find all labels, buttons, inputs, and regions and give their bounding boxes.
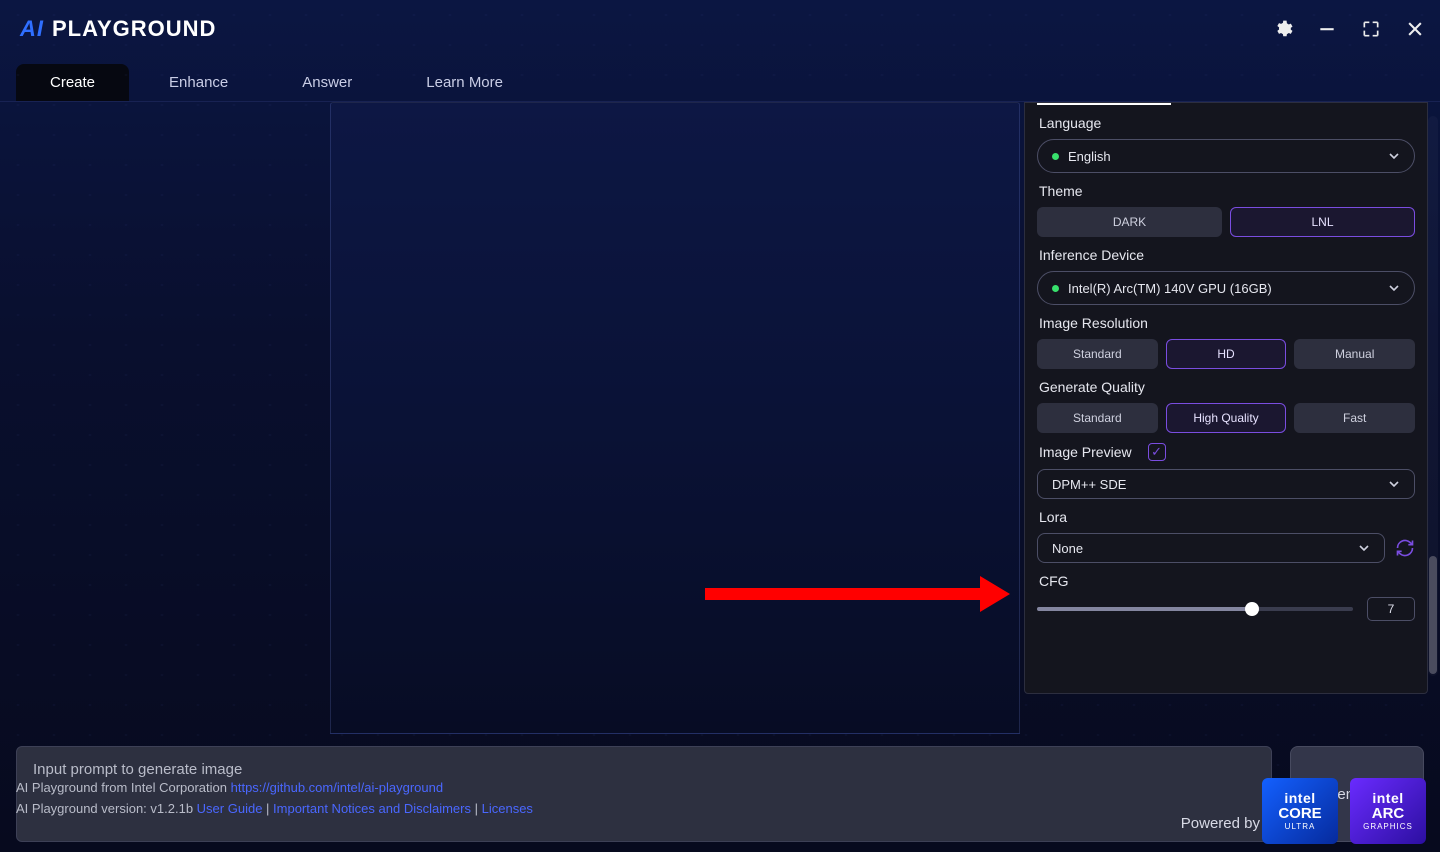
panel-scrollbar[interactable] [1428,116,1438,676]
footer-version: AI Playground version: v1.2.1b [16,801,197,816]
link-user-guide[interactable]: User Guide [197,801,263,816]
minimize-icon[interactable] [1312,14,1342,44]
logo-ai: AI [20,16,44,41]
link-licenses[interactable]: Licenses [482,801,533,816]
language-dropdown[interactable]: English [1037,139,1415,173]
tab-enhance[interactable]: Enhance [135,64,262,101]
intel-core-badge: intel CORE ULTRA [1262,778,1338,844]
close-icon[interactable] [1400,14,1430,44]
cfg-value[interactable]: 7 [1367,597,1415,621]
quality-standard[interactable]: Standard [1037,403,1158,433]
main-tabs: Create Enhance Answer Learn More [0,58,1440,102]
powered-by-label: Powered by [1181,815,1260,832]
theme-lnl[interactable]: LNL [1230,207,1415,237]
device-value: Intel(R) Arc(TM) 140V GPU (16GB) [1068,281,1272,296]
theme-label: Theme [1039,183,1415,199]
status-dot-icon [1052,285,1059,292]
resolution-hd[interactable]: HD [1166,339,1287,369]
quality-label: Generate Quality [1039,379,1415,395]
status-dot-icon [1052,153,1059,160]
lora-label: Lora [1039,509,1415,525]
intel-badges: intel CORE ULTRA intel ARC GRAPHICS [1262,778,1426,844]
cfg-slider-thumb[interactable] [1245,602,1259,616]
intel-arc-badge: intel ARC GRAPHICS [1350,778,1426,844]
lora-value: None [1052,541,1083,556]
preview-label: Image Preview [1039,444,1132,460]
titlebar: AI PLAYGROUND [0,0,1440,58]
resolution-label: Image Resolution [1039,315,1415,331]
cfg-slider[interactable] [1037,607,1353,611]
sampler-dropdown[interactable]: DPM++ SDE [1037,469,1415,499]
device-dropdown[interactable]: Intel(R) Arc(TM) 140V GPU (16GB) [1037,271,1415,305]
repo-link[interactable]: https://github.com/intel/ai-playground [231,780,443,795]
quality-fast[interactable]: Fast [1294,403,1415,433]
cfg-label: CFG [1039,573,1415,589]
language-value: English [1068,149,1111,164]
resolution-manual[interactable]: Manual [1294,339,1415,369]
settings-tab-indicator [1037,103,1171,105]
footer-text-1: AI Playground from Intel Corporation [16,780,231,795]
language-label: Language [1039,115,1415,131]
sampler-value: DPM++ SDE [1052,477,1126,492]
tab-learn-more[interactable]: Learn More [392,64,537,101]
app-logo: AI PLAYGROUND [20,16,216,42]
preview-checkbox[interactable]: ✓ [1148,443,1166,461]
resolution-standard[interactable]: Standard [1037,339,1158,369]
refresh-icon[interactable] [1395,538,1415,558]
image-canvas [330,102,1020,734]
link-notices[interactable]: Important Notices and Disclaimers [273,801,471,816]
logo-rest: PLAYGROUND [52,16,216,41]
chevron-down-icon [1388,478,1400,490]
quality-high[interactable]: High Quality [1166,403,1287,433]
tab-answer[interactable]: Answer [268,64,386,101]
settings-gear-icon[interactable] [1268,14,1298,44]
theme-dark[interactable]: DARK [1037,207,1222,237]
device-label: Inference Device [1039,247,1415,263]
tab-create[interactable]: Create [16,64,129,101]
chevron-down-icon [1358,542,1370,554]
lora-dropdown[interactable]: None [1037,533,1385,563]
chevron-down-icon [1388,150,1400,162]
maximize-icon[interactable] [1356,14,1386,44]
chevron-down-icon [1388,282,1400,294]
settings-panel: Language English Theme DARK LNL Inferenc… [1024,102,1428,694]
